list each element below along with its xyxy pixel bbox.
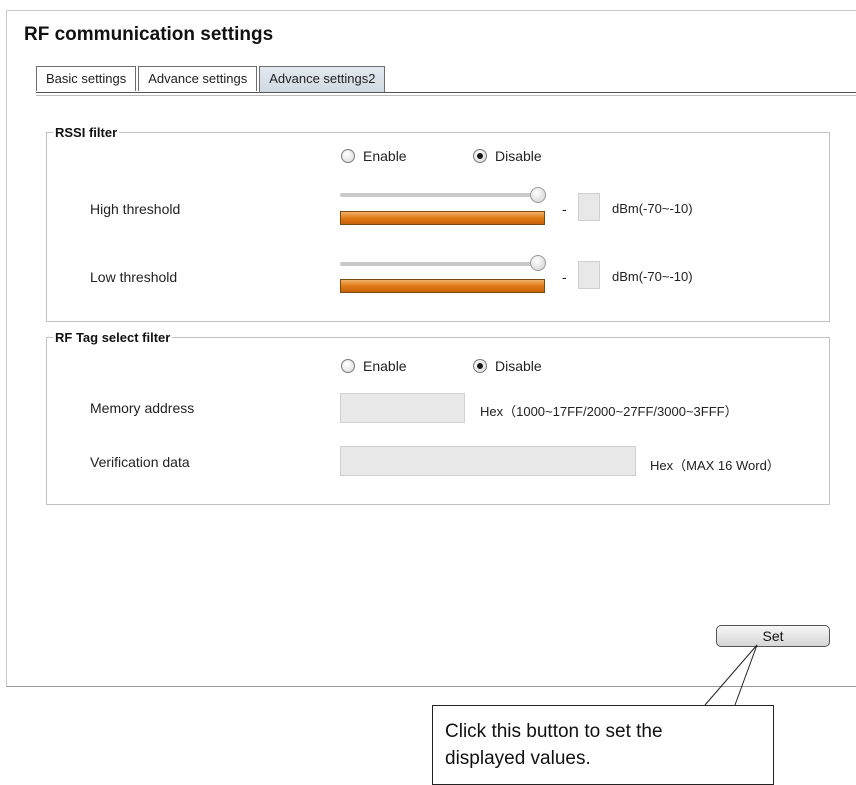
low-threshold-level-bar	[340, 279, 545, 293]
high-threshold-unit: dBm(-70~-10)	[612, 201, 693, 216]
radio-unchecked-icon	[341, 359, 355, 373]
verification-data-input[interactable]	[340, 446, 636, 476]
page-title: RF communication settings	[24, 24, 274, 45]
high-threshold-slider-thumb[interactable]	[530, 187, 546, 203]
rssi-disable-label: Disable	[495, 148, 542, 164]
verification-data-label: Verification data	[90, 454, 190, 470]
set-button[interactable]: Set	[716, 625, 830, 647]
callout-line-2: displayed values.	[445, 748, 591, 769]
tab-bar: Basic settings Advance settings Advance …	[36, 66, 387, 93]
high-threshold-slider-track[interactable]	[340, 193, 536, 197]
tab-divider	[36, 92, 856, 93]
callout-box: Click this button to set the displayed v…	[432, 705, 774, 785]
tab-divider-shadow	[36, 95, 856, 96]
low-threshold-label: Low threshold	[90, 269, 178, 285]
high-threshold-separator: -	[562, 201, 567, 217]
tab-advance-settings2[interactable]: Advance settings2	[259, 66, 386, 93]
radio-unchecked-icon	[341, 149, 355, 163]
radio-checked-icon	[473, 149, 487, 163]
rssi-enable-radio[interactable]: Enable	[341, 148, 407, 164]
radio-checked-icon	[473, 359, 487, 373]
tag-disable-radio[interactable]: Disable	[473, 358, 542, 374]
high-threshold-level-bar	[340, 211, 545, 225]
rssi-disable-radio[interactable]: Disable	[473, 148, 542, 164]
rssi-enable-label: Enable	[363, 148, 407, 164]
tag-select-filter-legend: RF Tag select filter	[55, 330, 171, 345]
memory-address-hint: Hex（1000~17FF/2000~27FF/3000~3FFF）	[480, 404, 738, 419]
high-threshold-input[interactable]	[578, 193, 600, 221]
low-threshold-separator: -	[562, 269, 567, 285]
low-threshold-input[interactable]	[578, 261, 600, 289]
low-threshold-slider-thumb[interactable]	[530, 255, 546, 271]
tag-enable-radio[interactable]: Enable	[341, 358, 407, 374]
memory-address-label: Memory address	[90, 400, 195, 416]
rssi-filter-legend: RSSI filter	[55, 125, 118, 140]
low-threshold-unit: dBm(-70~-10)	[612, 269, 693, 284]
low-threshold-slider-track[interactable]	[340, 262, 536, 266]
high-threshold-label: High threshold	[90, 201, 181, 217]
tag-disable-label: Disable	[495, 358, 542, 374]
tag-enable-label: Enable	[363, 358, 407, 374]
memory-address-input[interactable]	[340, 393, 465, 423]
callout-line-1: Click this button to set the	[445, 721, 663, 742]
tab-advance-settings[interactable]: Advance settings	[138, 66, 258, 91]
tab-basic-settings[interactable]: Basic settings	[36, 66, 137, 91]
verification-data-hint: Hex（MAX 16 Word）	[650, 458, 780, 473]
